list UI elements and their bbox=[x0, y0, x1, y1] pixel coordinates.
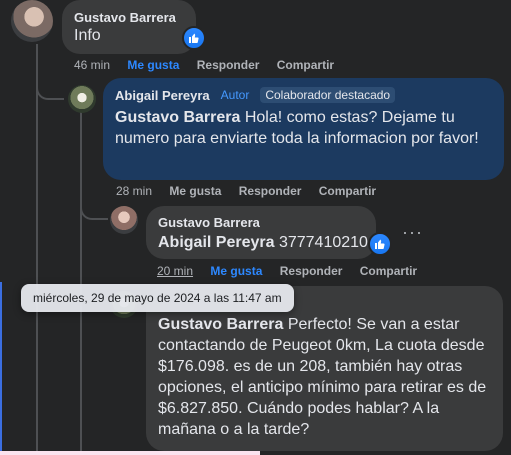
thread-curve-2 bbox=[80, 200, 108, 220]
avatar[interactable] bbox=[68, 85, 96, 113]
thumbs-up-icon[interactable] bbox=[182, 26, 206, 50]
comment-text: Abigail Pereyra 3777410210 bbox=[158, 234, 368, 251]
comment-bubble: Abigail Pereyra Autor Colaborador destac… bbox=[103, 78, 504, 180]
comment-bubble: Gustavo Barrera Info bbox=[62, 0, 196, 54]
comment-actions: 46 min Me gusta Responder Compartir bbox=[74, 58, 348, 72]
author-badge: Autor bbox=[220, 88, 250, 102]
comment-author[interactable]: Abigail Pereyra bbox=[115, 88, 210, 103]
like-button[interactable]: Me gusta bbox=[127, 58, 179, 72]
comment-actions: 20 min Me gusta Responder Compartir bbox=[157, 264, 431, 278]
like-button[interactable]: Me gusta bbox=[169, 184, 221, 198]
comment-timestamp[interactable]: 20 min bbox=[157, 264, 193, 278]
partial-row bbox=[0, 451, 260, 455]
share-button[interactable]: Compartir bbox=[360, 264, 417, 278]
contributor-badge: Colaborador destacado bbox=[260, 87, 396, 103]
timestamp-tooltip: miércoles, 29 de mayo de 2024 a las 11:4… bbox=[21, 284, 294, 312]
comment-timestamp[interactable]: 28 min bbox=[116, 184, 152, 198]
comment-text: Gustavo Barrera Hola! como estas? Dejame… bbox=[115, 109, 479, 147]
reply-button[interactable]: Responder bbox=[197, 58, 260, 72]
thumbs-up-icon[interactable] bbox=[368, 232, 392, 256]
comment-text: Info bbox=[74, 27, 101, 44]
avatar[interactable] bbox=[110, 206, 138, 234]
comment-text: Gustavo Barrera Perfecto! Se van a estar… bbox=[158, 316, 487, 438]
like-button[interactable]: Me gusta bbox=[210, 264, 262, 278]
mention-link[interactable]: Gustavo Barrera bbox=[115, 109, 240, 126]
share-button[interactable]: Compartir bbox=[277, 58, 334, 72]
avatar[interactable] bbox=[11, 0, 53, 42]
thread-line-1 bbox=[36, 44, 38, 454]
comment-timestamp[interactable]: 46 min bbox=[74, 58, 110, 72]
mention-link[interactable]: Abigail Pereyra bbox=[158, 234, 275, 251]
mention-link[interactable]: Gustavo Barrera bbox=[158, 316, 283, 333]
comment-actions: 28 min Me gusta Responder Compartir bbox=[116, 184, 390, 198]
focus-indicator bbox=[0, 282, 2, 455]
comment-author[interactable]: Gustavo Barrera bbox=[158, 215, 260, 230]
share-button[interactable]: Compartir bbox=[319, 184, 376, 198]
reply-button[interactable]: Responder bbox=[280, 264, 343, 278]
more-options-icon[interactable]: ··· bbox=[402, 222, 423, 243]
reply-button[interactable]: Responder bbox=[239, 184, 302, 198]
comment-bubble: Gustavo Barrera Abigail Pereyra 37774102… bbox=[146, 206, 376, 259]
comment-author[interactable]: Gustavo Barrera bbox=[74, 10, 176, 25]
thread-curve-1 bbox=[36, 80, 64, 100]
